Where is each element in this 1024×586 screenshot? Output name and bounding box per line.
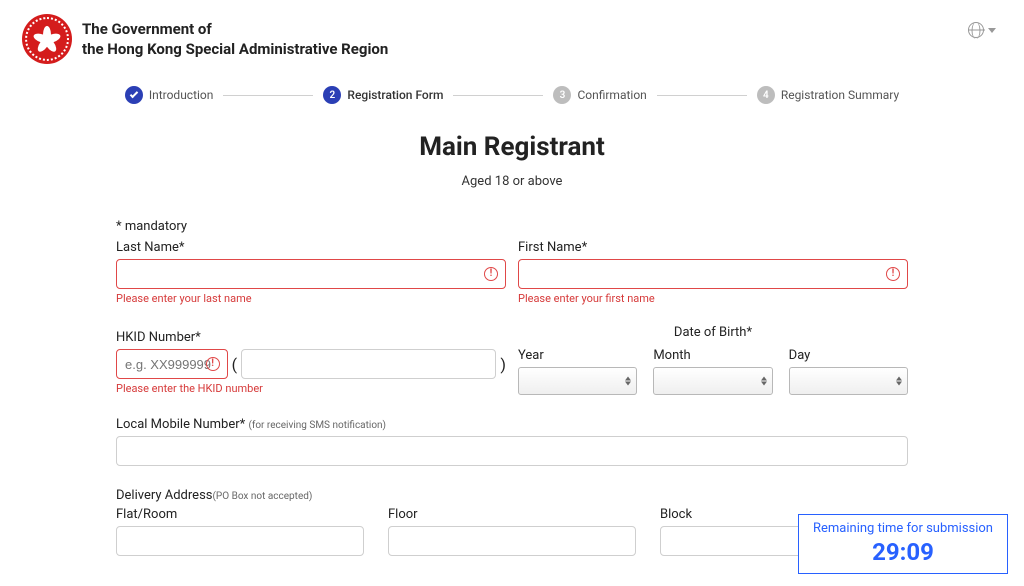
hkid-error: Please enter the HKID number: [116, 382, 506, 395]
error-icon: !: [206, 357, 220, 371]
timer-label: Remaining time for submission: [813, 521, 993, 536]
gov-title-line2: the Hong Kong Special Administrative Reg…: [82, 40, 388, 60]
chevron-down-icon: [988, 28, 996, 33]
step-number: 3: [553, 86, 571, 104]
language-switcher[interactable]: [968, 22, 996, 38]
submission-timer: Remaining time for submission 29:09: [798, 514, 1008, 574]
day-select[interactable]: [789, 367, 908, 395]
year-select[interactable]: [518, 367, 637, 395]
error-icon: !: [886, 267, 900, 281]
step-label: Confirmation: [577, 88, 646, 102]
step-complete-icon: [125, 86, 143, 104]
delivery-label: Delivery Address(PO Box not accepted): [116, 488, 908, 503]
paren-right: ): [500, 355, 506, 374]
mobile-label-text: Local Mobile Number*: [116, 417, 248, 432]
gov-title: The Government of the Hong Kong Special …: [82, 14, 388, 59]
progress-stepper: Introduction 2 Registration Form 3 Confi…: [0, 64, 1024, 114]
step-registration-form: 2 Registration Form: [323, 86, 443, 104]
step-number: 4: [757, 86, 775, 104]
lastname-label: Last Name*: [116, 240, 506, 255]
timer-value: 29:09: [813, 538, 993, 567]
gov-title-line1: The Government of: [82, 20, 388, 40]
step-label: Introduction: [149, 88, 214, 102]
globe-icon: [968, 22, 984, 38]
lastname-input[interactable]: [116, 259, 506, 289]
page-subtitle: Aged 18 or above: [116, 174, 908, 189]
year-label: Year: [518, 348, 637, 363]
mandatory-note: * mandatory: [116, 219, 908, 234]
day-label: Day: [789, 348, 908, 363]
dob-label: Date of Birth*: [518, 325, 908, 340]
step-label: Registration Summary: [781, 88, 899, 102]
hkid-check-digit-input[interactable]: [241, 349, 496, 379]
page-title: Main Registrant: [116, 132, 908, 162]
paren-left: (: [232, 355, 237, 374]
flat-label: Flat/Room: [116, 507, 364, 522]
floor-label: Floor: [388, 507, 636, 522]
mobile-label: Local Mobile Number* (for receiving SMS …: [116, 417, 908, 432]
month-select[interactable]: [653, 367, 772, 395]
firstname-input[interactable]: [518, 259, 908, 289]
mobile-input[interactable]: [116, 436, 908, 466]
error-icon: !: [484, 267, 498, 281]
flat-input[interactable]: [116, 526, 364, 556]
step-introduction: Introduction: [125, 86, 214, 104]
step-label: Registration Form: [347, 88, 443, 102]
step-number: 2: [323, 86, 341, 104]
lastname-error: Please enter your last name: [116, 292, 506, 305]
floor-input[interactable]: [388, 526, 636, 556]
mobile-hint: (for receiving SMS notification): [248, 420, 386, 431]
hksar-emblem: [22, 14, 72, 64]
delivery-hint: (PO Box not accepted): [213, 491, 313, 502]
step-confirmation: 3 Confirmation: [553, 86, 646, 104]
hkid-label: HKID Number*: [116, 330, 506, 345]
month-label: Month: [653, 348, 772, 363]
step-summary: 4 Registration Summary: [757, 86, 899, 104]
firstname-label: First Name*: [518, 240, 908, 255]
delivery-label-text: Delivery Address: [116, 488, 213, 503]
firstname-error: Please enter your first name: [518, 292, 908, 305]
